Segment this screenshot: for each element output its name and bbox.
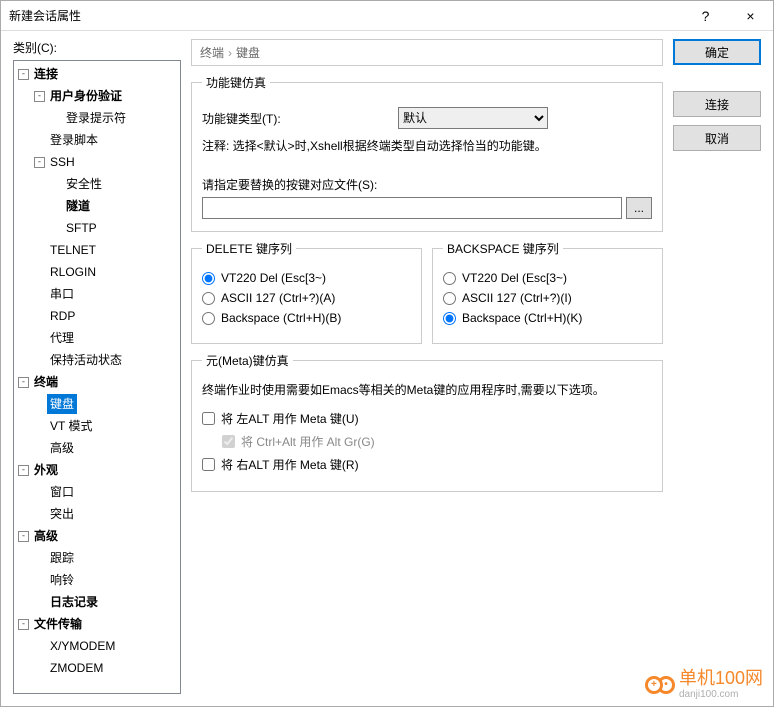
tree-rdp[interactable]: RDP xyxy=(32,305,180,327)
logo-icon: + xyxy=(645,676,663,694)
tree-filetransfer[interactable]: -文件传输 xyxy=(16,613,180,635)
fkey-group: 功能键仿真 功能键类型(T): 默认 注释: 选择<默认>时,Xshell根据终… xyxy=(191,74,663,232)
tree-advanced-terminal[interactable]: 高级 xyxy=(32,437,180,459)
tree-keyboard[interactable]: 键盘 xyxy=(32,393,180,415)
tree-sftp[interactable]: SFTP xyxy=(48,217,180,239)
fkey-file-input[interactable] xyxy=(202,197,622,219)
tree-advanced[interactable]: -高级 xyxy=(16,525,180,547)
meta-ctrlalt: 将 Ctrl+Alt 用作 Alt Gr(G) xyxy=(202,433,652,450)
tree-highlight[interactable]: 突出 xyxy=(32,503,180,525)
collapse-icon[interactable]: - xyxy=(34,91,45,102)
tree-logging[interactable]: 日志记录 xyxy=(32,591,180,613)
tree-xymodem[interactable]: X/YMODEM xyxy=(32,635,180,657)
window-title: 新建会话属性 xyxy=(9,7,683,24)
fkey-type-label: 功能键类型(T): xyxy=(202,110,292,127)
meta-desc: 终端作业时使用需要如Emacs等相关的Meta键的应用程序时,需要以下选项。 xyxy=(202,381,652,398)
tree-terminal[interactable]: -终端 xyxy=(16,371,180,393)
backspace-group: BACKSPACE 键序列 VT220 Del (Esc[3~) ASCII 1… xyxy=(432,240,663,344)
cancel-button[interactable]: 取消 xyxy=(673,125,761,151)
meta-leftalt[interactable]: 将 左ALT 用作 Meta 键(U) xyxy=(202,410,652,427)
tree-trace[interactable]: 跟踪 xyxy=(32,547,180,569)
tree-tunnel[interactable]: 隧道 xyxy=(48,195,180,217)
category-tree[interactable]: -连接 -用户身份验证 登录提示符 登录脚本 -SSH 安全性 隧道 xyxy=(13,60,181,694)
tree-connection[interactable]: -连接 xyxy=(16,63,180,85)
collapse-icon[interactable]: - xyxy=(34,157,45,168)
category-label: 类别(C): xyxy=(13,39,181,56)
browse-button[interactable]: ... xyxy=(626,197,652,219)
tree-zmodem[interactable]: ZMODEM xyxy=(32,657,180,679)
tree-proxy[interactable]: 代理 xyxy=(32,327,180,349)
fkey-file-label: 请指定要替换的按键对应文件(S): xyxy=(202,176,652,193)
tree-keepalive[interactable]: 保持活动状态 xyxy=(32,349,180,371)
del-ascii127[interactable]: ASCII 127 (Ctrl+?)(A) xyxy=(202,291,411,305)
help-button[interactable]: ? xyxy=(683,1,728,30)
tree-rlogin[interactable]: RLOGIN xyxy=(32,261,180,283)
watermark: + • 单机100网 danji100.com xyxy=(645,669,763,700)
collapse-icon[interactable]: - xyxy=(18,465,29,476)
breadcrumb: 终端›键盘 xyxy=(191,39,663,66)
del-vt220[interactable]: VT220 Del (Esc[3~) xyxy=(202,271,411,285)
fkey-note: 注释: 选择<默认>时,Xshell根据终端类型自动选择恰当的功能键。 xyxy=(202,137,652,154)
tree-auth[interactable]: -用户身份验证 xyxy=(32,85,180,107)
bksp-vt220[interactable]: VT220 Del (Esc[3~) xyxy=(443,271,652,285)
tree-serial[interactable]: 串口 xyxy=(32,283,180,305)
tree-ssh[interactable]: -SSH xyxy=(32,151,180,173)
tree-appearance[interactable]: -外观 xyxy=(16,459,180,481)
meta-group: 元(Meta)键仿真 终端作业时使用需要如Emacs等相关的Meta键的应用程序… xyxy=(191,352,663,492)
collapse-icon[interactable]: - xyxy=(18,69,29,80)
tree-telnet[interactable]: TELNET xyxy=(32,239,180,261)
close-button[interactable]: × xyxy=(728,1,773,30)
tree-loginprompt[interactable]: 登录提示符 xyxy=(48,107,180,129)
ok-button[interactable]: 确定 xyxy=(673,39,761,65)
titlebar: 新建会话属性 ? × xyxy=(1,1,773,31)
bksp-backspace[interactable]: Backspace (Ctrl+H)(K) xyxy=(443,311,652,325)
meta-rightalt[interactable]: 将 右ALT 用作 Meta 键(R) xyxy=(202,456,652,473)
fkey-type-select[interactable]: 默认 xyxy=(398,107,548,129)
collapse-icon[interactable]: - xyxy=(18,377,29,388)
connect-button[interactable]: 连接 xyxy=(673,91,761,117)
tree-window[interactable]: 窗口 xyxy=(32,481,180,503)
tree-bell[interactable]: 响铃 xyxy=(32,569,180,591)
tree-vtmode[interactable]: VT 模式 xyxy=(32,415,180,437)
bksp-ascii127[interactable]: ASCII 127 (Ctrl+?)(I) xyxy=(443,291,652,305)
collapse-icon[interactable]: - xyxy=(18,619,29,630)
tree-loginscript[interactable]: 登录脚本 xyxy=(32,129,180,151)
collapse-icon[interactable]: - xyxy=(18,531,29,542)
delete-group: DELETE 键序列 VT220 Del (Esc[3~) ASCII 127 … xyxy=(191,240,422,344)
del-backspace[interactable]: Backspace (Ctrl+H)(B) xyxy=(202,311,411,325)
tree-security[interactable]: 安全性 xyxy=(48,173,180,195)
